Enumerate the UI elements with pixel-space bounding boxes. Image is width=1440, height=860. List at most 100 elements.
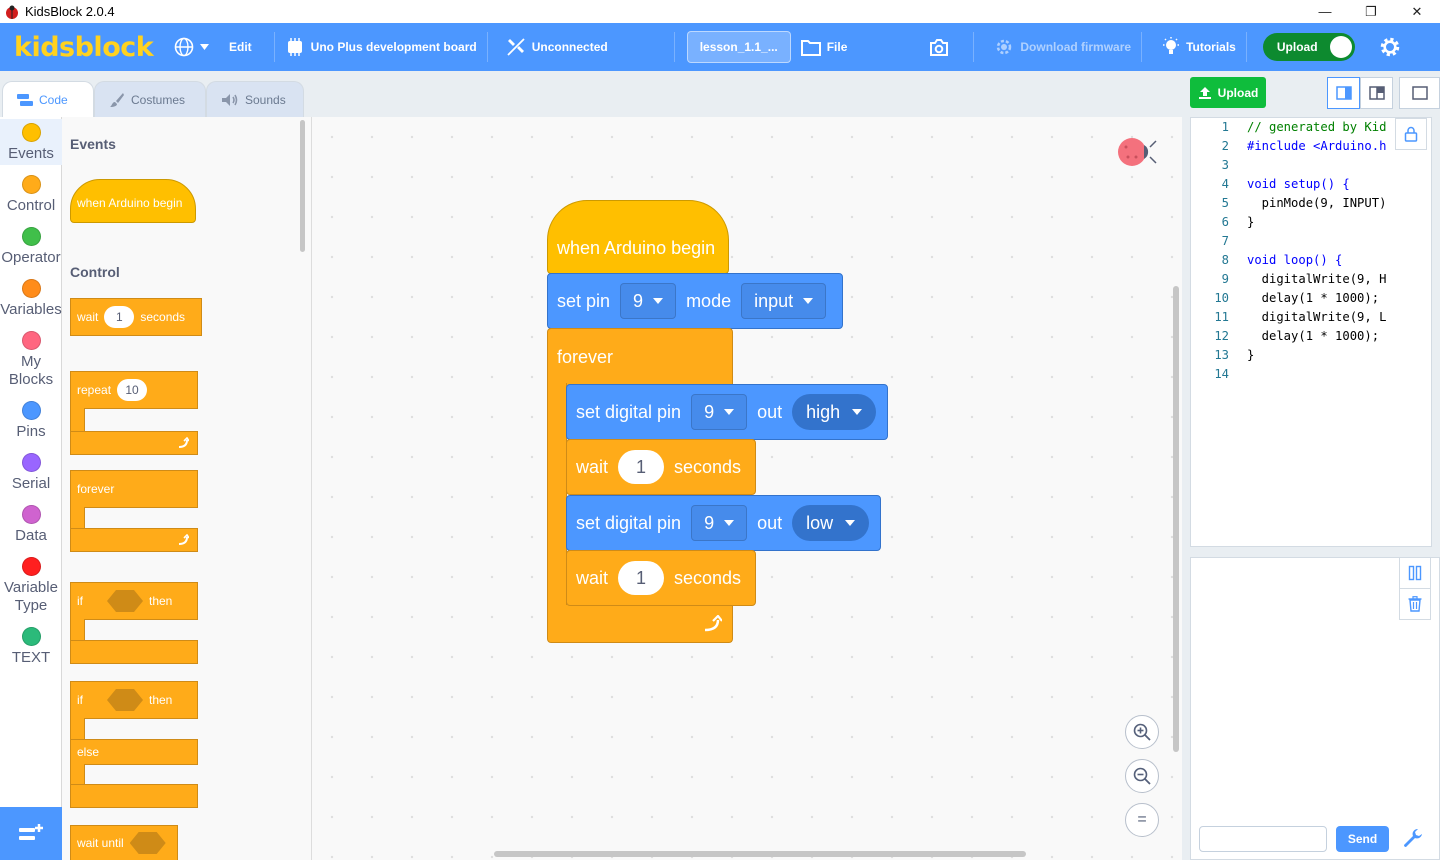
when-arduino-begin-block[interactable]: when Arduino begin <box>547 200 729 274</box>
category-dot <box>21 557 41 576</box>
level-dropdown[interactable]: low <box>792 505 870 541</box>
close-button[interactable]: ✕ <box>1394 0 1440 23</box>
serial-send-input[interactable] <box>1199 826 1327 852</box>
cog-chip-icon <box>997 39 1012 55</box>
c-block-footer <box>70 784 198 808</box>
camera-icon <box>930 38 949 56</box>
category-control[interactable]: Control <box>0 175 62 215</box>
repeat-count-input[interactable]: 10 <box>117 379 148 401</box>
category-dot <box>21 331 41 350</box>
set-digital-pin-high-block[interactable]: set digital pin 9 out high <box>566 384 888 440</box>
line-number: 3 <box>1221 158 1229 172</box>
tutorials-button[interactable]: Tutorials <box>1152 23 1246 71</box>
category-variables[interactable]: Variables <box>0 279 62 319</box>
category-serial[interactable]: Serial <box>0 453 62 493</box>
forever-block[interactable]: forever <box>547 328 733 385</box>
palette-block-wait[interactable]: wait 1 seconds <box>70 298 202 336</box>
serial-send-button[interactable]: Send <box>1336 826 1389 852</box>
tab-code-label: Code <box>39 92 68 107</box>
else-section: else <box>70 739 198 765</box>
zoom-in-button[interactable] <box>1125 715 1159 749</box>
wait-seconds-input[interactable]: 1 <box>104 306 135 328</box>
wait-seconds-input[interactable]: 1 <box>618 561 665 595</box>
folder-icon <box>800 40 821 56</box>
c-block-arm <box>70 764 85 786</box>
set-pin-mode-block[interactable]: set pin 9 mode input <box>547 273 843 329</box>
layout-code-view-button[interactable] <box>1327 77 1360 109</box>
file-menu[interactable]: File <box>791 23 858 71</box>
tab-code[interactable]: Code <box>2 81 94 117</box>
tab-sounds[interactable]: Sounds <box>206 81 304 117</box>
palette-block-if-then[interactable]: if then <box>70 582 198 620</box>
mode-dropdown[interactable]: input <box>741 283 827 319</box>
canvas-vertical-scrollbar[interactable] <box>1173 286 1179 752</box>
board-menu[interactable]: Uno Plus development board <box>275 23 487 71</box>
condition-slot[interactable] <box>107 590 143 612</box>
screenshot-button[interactable] <box>919 23 959 71</box>
serial-clear-button[interactable] <box>1399 588 1431 620</box>
code-editor[interactable]: 1 // generated by Kid 2 #include <Arduino.h… <box>1190 117 1432 547</box>
condition-slot[interactable] <box>107 689 143 711</box>
add-extension-button[interactable] <box>0 807 62 860</box>
wait-seconds-block[interactable]: wait 1 seconds <box>566 439 756 495</box>
connection-menu[interactable]: Unconnected <box>488 23 618 71</box>
download-firmware-button[interactable]: Download firmware <box>984 23 1141 71</box>
block-label: set pin <box>557 290 611 311</box>
pin-dropdown[interactable]: 9 <box>620 283 677 319</box>
category-data[interactable]: Data <box>0 505 62 545</box>
category-text[interactable]: TEXT <box>0 627 62 667</box>
wait-seconds-input[interactable]: 1 <box>618 450 665 484</box>
maximize-button[interactable]: ❐ <box>1348 0 1394 23</box>
layout-stage-view-button[interactable] <box>1360 77 1393 109</box>
category-operator[interactable]: Operator <box>0 227 62 267</box>
zoom-reset-button[interactable]: = <box>1125 803 1159 837</box>
code-line: 3 <box>1191 158 1431 177</box>
download-firmware-label: Download firmware <box>1020 40 1132 54</box>
palette-block-if-else[interactable]: if then <box>70 681 198 719</box>
language-menu[interactable] <box>164 23 219 71</box>
mode-value: input <box>754 290 794 311</box>
serial-settings-button[interactable] <box>1400 826 1426 852</box>
category-my-blocks[interactable]: My Blocks <box>0 331 62 389</box>
serial-pause-button[interactable] <box>1399 557 1431 589</box>
code-line: 2 #include <Arduino.h <box>1191 139 1431 158</box>
layout-full-view-button[interactable] <box>1399 77 1440 109</box>
pin-dropdown[interactable]: 9 <box>691 394 748 430</box>
script-canvas[interactable]: when Arduino begin set pin 9 mode input … <box>312 117 1182 860</box>
palette-block-wait-until[interactable]: wait until <box>70 825 178 860</box>
condition-slot[interactable] <box>129 832 166 854</box>
forever-arm <box>547 383 567 607</box>
chevron-down-icon <box>724 520 735 526</box>
settings-button[interactable] <box>1369 23 1411 71</box>
category-menu: Events Control Operator Variables My Blo… <box>0 117 62 807</box>
project-name-input[interactable]: lesson_1.1_... <box>686 31 791 63</box>
pin-dropdown[interactable]: 9 <box>691 505 748 541</box>
category-pins[interactable]: Pins <box>0 401 62 441</box>
upload-mode-toggle[interactable]: Upload <box>1262 33 1355 61</box>
line-number: 2 <box>1221 139 1229 153</box>
speaker-icon <box>222 93 238 106</box>
level-dropdown[interactable]: high <box>792 394 877 430</box>
upload-mode-label: Upload <box>1276 40 1318 54</box>
edit-menu[interactable]: Edit <box>219 23 262 71</box>
kidsblock-logo[interactable]: kidsblock <box>14 32 164 63</box>
category-events[interactable]: Events <box>0 119 62 165</box>
palette-block-repeat[interactable]: repeat 10 <box>70 371 198 409</box>
palette-scrollbar[interactable] <box>300 120 305 252</box>
tab-sounds-label: Sounds <box>245 92 286 107</box>
minimize-button[interactable]: — <box>1302 0 1348 23</box>
tab-costumes[interactable]: Costumes <box>94 81 206 117</box>
board-label: Uno Plus development board <box>310 40 477 54</box>
zoom-out-button[interactable] <box>1125 759 1159 793</box>
canvas-horizontal-scrollbar[interactable] <box>494 851 1026 857</box>
palette-block-forever[interactable]: forever <box>70 470 198 508</box>
set-digital-pin-low-block[interactable]: set digital pin 9 out low <box>566 495 881 551</box>
block-label: seconds <box>674 567 742 588</box>
serial-monitor <box>1190 557 1440 860</box>
category-variable-type[interactable]: Variable Type <box>0 557 62 615</box>
block-label: set digital pin <box>576 401 682 422</box>
upload-button[interactable]: Upload <box>1190 77 1266 108</box>
palette-block-when-begin[interactable]: when Arduino begin <box>70 179 196 223</box>
wait-seconds-block[interactable]: wait 1 seconds <box>566 550 756 606</box>
category-label: Events <box>8 145 54 162</box>
